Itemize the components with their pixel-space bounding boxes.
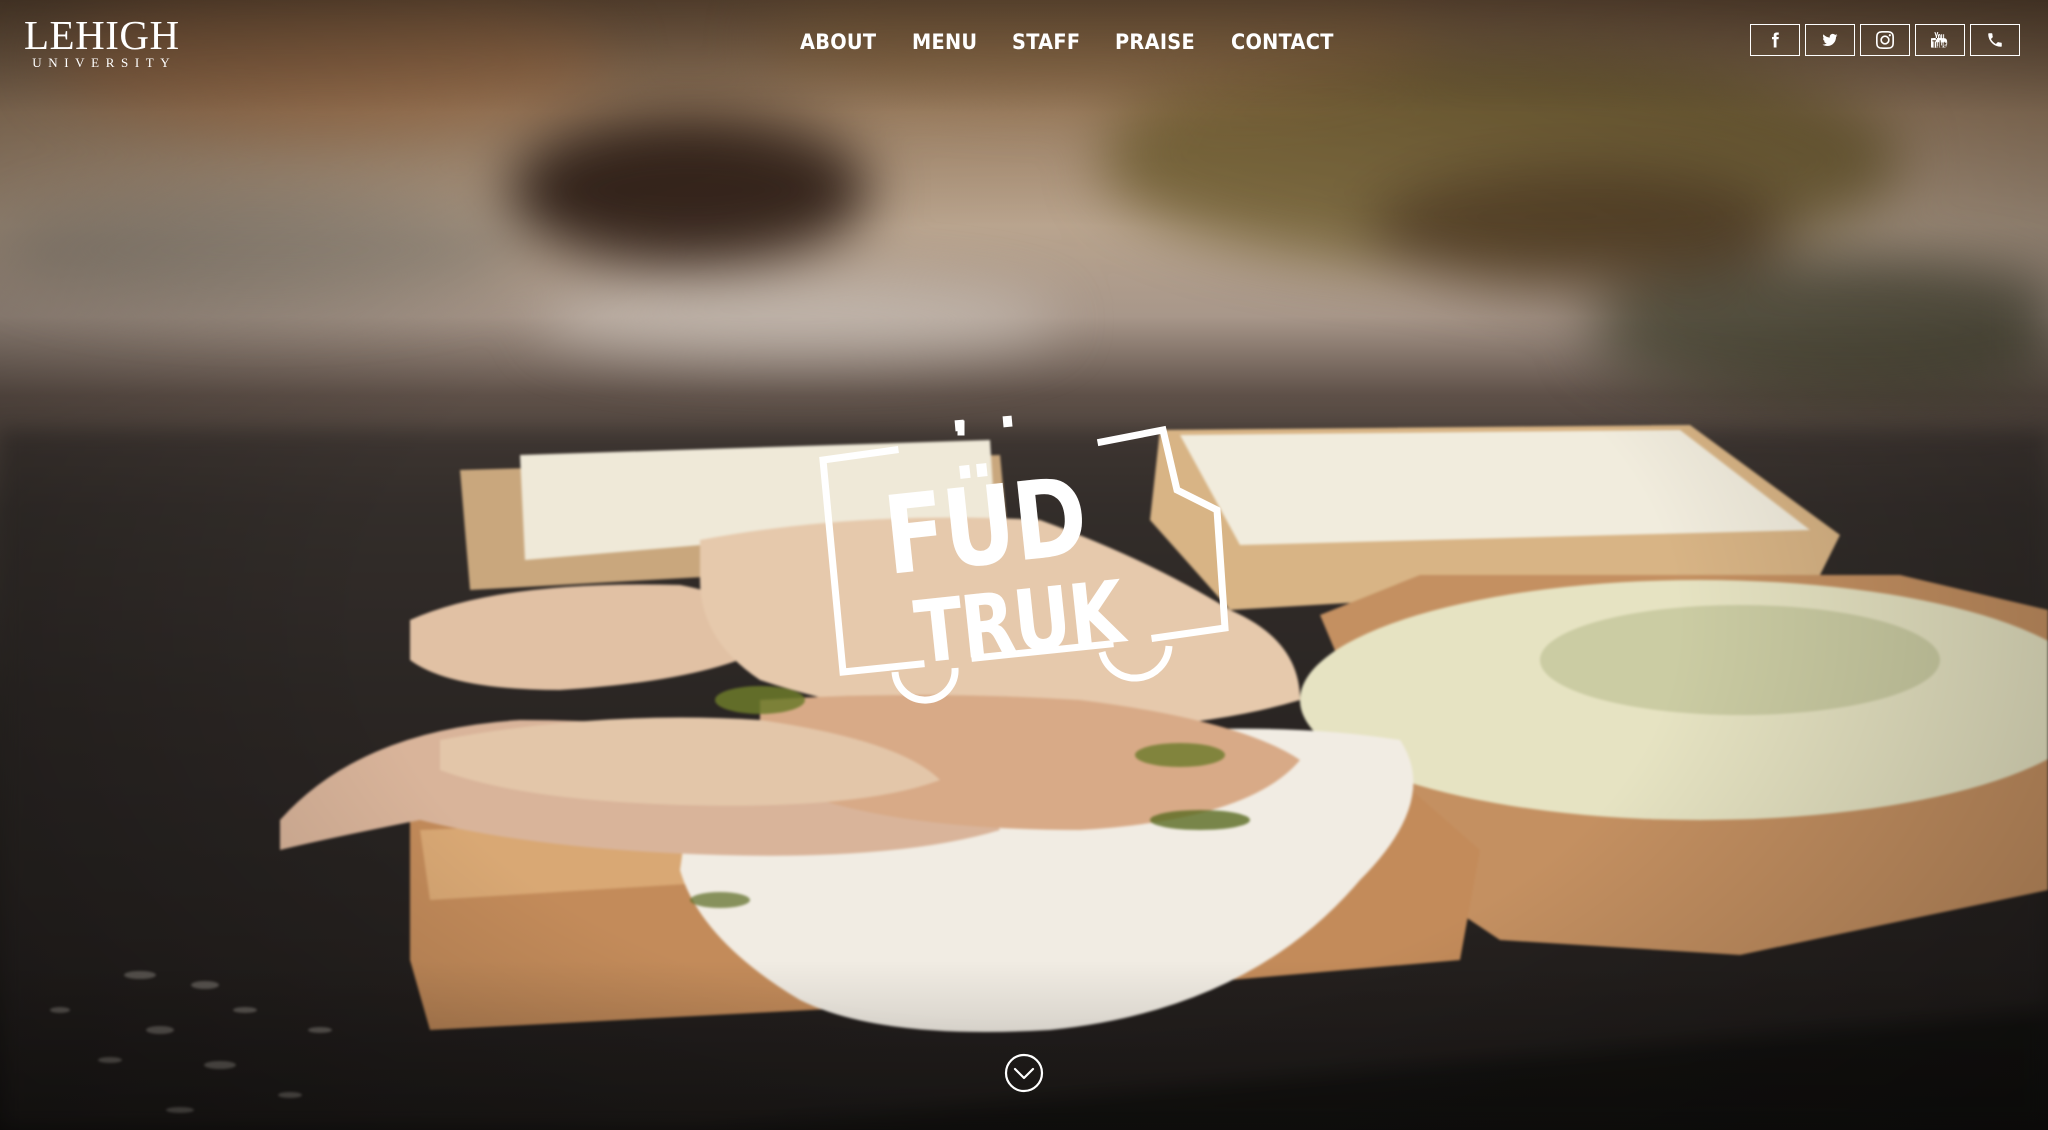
chevron-down-circle-icon xyxy=(1004,1053,1044,1093)
instagram-button[interactable] xyxy=(1860,24,1910,56)
facebook-icon xyxy=(1772,32,1779,48)
truck-outline-icon: FÜD TRUK xyxy=(819,415,1229,704)
lehigh-university-logo[interactable]: LEHIGH UNIVERSITY xyxy=(24,12,180,71)
youtube-icon xyxy=(1931,32,1948,48)
facebook-button[interactable] xyxy=(1750,24,1800,56)
youtube-button[interactable] xyxy=(1915,24,1965,56)
nav-item-staff[interactable]: STAFF xyxy=(1012,30,1080,54)
logo-subtitle: UNIVERSITY xyxy=(32,55,177,70)
hero-section: LEHIGH UNIVERSITY ABOUT MENU STAFF PRAIS… xyxy=(0,0,2048,1130)
phone-icon xyxy=(1988,33,2002,47)
main-nav: ABOUT MENU STAFF PRAISE CONTACT xyxy=(800,30,1343,54)
social-links xyxy=(1750,24,2020,56)
twitter-icon xyxy=(1822,33,1838,46)
instagram-icon xyxy=(1876,31,1894,49)
site-header: LEHIGH UNIVERSITY ABOUT MENU STAFF PRAIS… xyxy=(0,0,2048,90)
twitter-button[interactable] xyxy=(1805,24,1855,56)
nav-item-contact[interactable]: CONTACT xyxy=(1231,30,1334,54)
nav-item-about[interactable]: ABOUT xyxy=(800,30,876,54)
logo-word-truk: TRUK xyxy=(910,561,1131,683)
nav-item-praise[interactable]: PRAISE xyxy=(1115,30,1195,54)
nav-item-menu[interactable]: MENU xyxy=(912,30,977,54)
phone-button[interactable] xyxy=(1970,24,2020,56)
fud-truk-logo: FÜD TRUK xyxy=(815,415,1235,720)
logo-wordmark: LEHIGH xyxy=(24,12,180,58)
scroll-down-button[interactable] xyxy=(1004,1053,1044,1093)
